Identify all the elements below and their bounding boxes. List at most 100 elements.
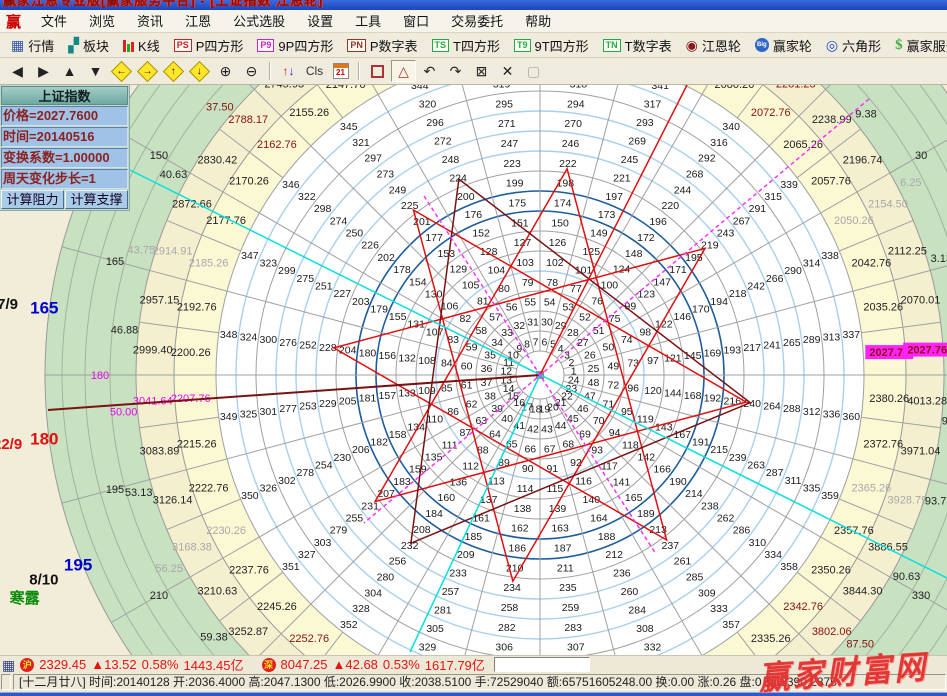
toolbar-button-9P四方形[interactable]: P99P四方形 bbox=[250, 34, 340, 57]
svg-text:26: 26 bbox=[584, 349, 596, 361]
pan-down-button[interactable]: ↓ bbox=[187, 60, 212, 82]
svg-text:184: 184 bbox=[425, 508, 443, 520]
svg-text:187: 187 bbox=[554, 543, 572, 555]
cls-button[interactable]: Cls bbox=[302, 60, 327, 82]
svg-text:2380.26: 2380.26 bbox=[869, 393, 909, 405]
menu-item-1[interactable]: 文件 bbox=[30, 11, 78, 32]
pan-right-button[interactable]: → bbox=[135, 60, 160, 82]
quote-grid-icon[interactable]: ▦ bbox=[2, 658, 15, 672]
toolbar-button-板块[interactable]: ▞板块 bbox=[61, 34, 116, 57]
status-bar: [十二月廿八] 时间:20140128 开:2036.4000 高:2047.1… bbox=[0, 673, 947, 692]
toolbar-button-江恩轮[interactable]: ◉江恩轮 bbox=[679, 34, 748, 57]
coefficient-field[interactable]: 变换系数=1.00000 bbox=[1, 148, 128, 168]
svg-text:2830.42: 2830.42 bbox=[198, 154, 238, 166]
price-field[interactable]: 价格=2027.7600 bbox=[1, 106, 128, 126]
collapse-tool-button[interactable]: ✕ bbox=[495, 60, 520, 82]
svg-text:203: 203 bbox=[352, 296, 370, 308]
menu-item-4[interactable]: 江恩 bbox=[174, 11, 222, 32]
nav-back-button[interactable]: ◀ bbox=[5, 60, 30, 82]
svg-text:299: 299 bbox=[278, 265, 296, 277]
svg-text:34: 34 bbox=[491, 337, 503, 349]
svg-text:341: 341 bbox=[651, 85, 669, 92]
calendar-button[interactable]: 21 bbox=[328, 60, 353, 82]
svg-text:305: 305 bbox=[426, 623, 444, 635]
nav-up-button[interactable]: ▲ bbox=[57, 60, 82, 82]
T9-badge-icon: T9 bbox=[514, 39, 531, 52]
svg-text:189: 189 bbox=[637, 508, 655, 520]
box-x-tool-button[interactable]: ⊠ bbox=[469, 60, 494, 82]
toolbar-button-K线[interactable]: K线 bbox=[116, 34, 167, 57]
svg-text:2200.26: 2200.26 bbox=[171, 347, 211, 359]
toolbar-button-P四方形[interactable]: PSP四方形 bbox=[167, 34, 251, 57]
svg-text:90.63: 90.63 bbox=[893, 571, 921, 583]
pan-left-button[interactable]: ← bbox=[109, 60, 134, 82]
square-tool-button[interactable] bbox=[365, 60, 390, 82]
clear-icon: ▢ bbox=[527, 63, 540, 80]
gann-wheel-chart[interactable]: 1234567891011121314151617181920212223242… bbox=[0, 85, 947, 655]
toolbar-button-赢家轮[interactable]: Big赢家轮 bbox=[748, 34, 819, 57]
time-field[interactable]: 时间=20140516 bbox=[1, 127, 128, 147]
svg-text:8: 8 bbox=[524, 339, 530, 351]
svg-text:93: 93 bbox=[591, 445, 603, 457]
svg-text:58: 58 bbox=[475, 325, 487, 337]
triangle-tool-button[interactable]: △ bbox=[391, 60, 416, 82]
nav-down-button[interactable]: ▼ bbox=[83, 60, 108, 82]
toolbar-button-T数字表[interactable]: TNT数字表 bbox=[596, 34, 679, 57]
pan-up-button[interactable]: ↑ bbox=[161, 60, 186, 82]
menu-item-3[interactable]: 资讯 bbox=[126, 11, 174, 32]
step-field[interactable]: 周天变化步长=1 bbox=[1, 169, 128, 189]
arc-cw-tool-button[interactable]: ↷ bbox=[443, 60, 468, 82]
toolbar-button-T四方形[interactable]: TST四方形 bbox=[425, 34, 507, 57]
toolbar-label: P数字表 bbox=[370, 36, 418, 55]
toolbar-button-9T四方形[interactable]: T99T四方形 bbox=[507, 34, 596, 57]
arc-ccw-tool-button[interactable]: ↶ bbox=[417, 60, 442, 82]
svg-text:148: 148 bbox=[625, 248, 643, 260]
toolbar-button-行情[interactable]: ▦行情 bbox=[4, 34, 61, 57]
menu-item-7[interactable]: 工具 bbox=[344, 11, 392, 32]
menu-item-10[interactable]: 帮助 bbox=[514, 11, 562, 32]
menu-item-5[interactable]: 公式选股 bbox=[222, 11, 296, 32]
menu-item-2[interactable]: 浏览 bbox=[78, 11, 126, 32]
svg-text:150: 150 bbox=[551, 217, 569, 229]
calc-resistance-button[interactable]: 计算阻力 bbox=[1, 190, 64, 209]
zoom-out-button[interactable]: ⊖ bbox=[239, 60, 264, 82]
svg-text:262: 262 bbox=[717, 513, 735, 525]
svg-text:30: 30 bbox=[541, 317, 553, 329]
svg-text:2238.99: 2238.99 bbox=[812, 114, 852, 126]
svg-text:54: 54 bbox=[544, 297, 556, 309]
diamond-right-icon: → bbox=[137, 60, 158, 81]
svg-text:165: 165 bbox=[625, 492, 643, 504]
market-ticker-bar: ▦ 沪 2329.45 ▲13.52 0.58% 1443.45亿 深 8047… bbox=[0, 655, 947, 673]
svg-text:303: 303 bbox=[314, 537, 332, 549]
zoom-in-button[interactable]: ⊕ bbox=[213, 60, 238, 82]
toolbar-button-赢家服务[interactable]: $赢家服务 bbox=[888, 34, 947, 57]
menu-item-8[interactable]: 窗口 bbox=[392, 11, 440, 32]
svg-text:3886.55: 3886.55 bbox=[868, 542, 908, 554]
svg-text:40: 40 bbox=[501, 413, 513, 425]
nav-forward-button[interactable]: ▶ bbox=[31, 60, 56, 82]
square-icon bbox=[371, 65, 384, 78]
stock-code-input[interactable] bbox=[494, 657, 590, 672]
svg-text:325: 325 bbox=[240, 408, 258, 420]
drawing-toolbar: ◀ ▶ ▲ ▼ ← → ↑ ↓ ⊕ ⊖ ↑↓ Cls 21 △ ↶ ↷ ⊠ ✕ … bbox=[0, 58, 947, 85]
svg-text:350: 350 bbox=[241, 490, 259, 502]
svg-text:2372.76: 2372.76 bbox=[863, 438, 903, 450]
TS-badge-icon: TS bbox=[432, 39, 450, 52]
menu-item-6[interactable]: 设置 bbox=[296, 11, 344, 32]
svg-text:48: 48 bbox=[588, 377, 600, 389]
svg-text:259: 259 bbox=[562, 602, 580, 614]
svg-text:3168.38: 3168.38 bbox=[172, 542, 212, 554]
clear-tool-button[interactable]: ▢ bbox=[521, 60, 546, 82]
toolbar-label: P四方形 bbox=[196, 36, 244, 55]
svg-text:46.88: 46.88 bbox=[111, 325, 139, 337]
svg-text:188: 188 bbox=[598, 531, 616, 543]
svg-text:41: 41 bbox=[513, 420, 525, 432]
svg-text:352: 352 bbox=[340, 619, 358, 631]
sz-index-pct: 0.53% bbox=[383, 657, 420, 672]
toolbar-button-六角形[interactable]: ◎六角形 bbox=[819, 34, 888, 57]
svg-text:2170.26: 2170.26 bbox=[229, 176, 269, 188]
calc-support-button[interactable]: 计算支撑 bbox=[65, 190, 128, 209]
toolbar-button-P数字表[interactable]: PNP数字表 bbox=[340, 34, 424, 57]
sort-updown-button[interactable]: ↑↓ bbox=[276, 60, 301, 82]
menu-item-9[interactable]: 交易委托 bbox=[440, 11, 514, 32]
